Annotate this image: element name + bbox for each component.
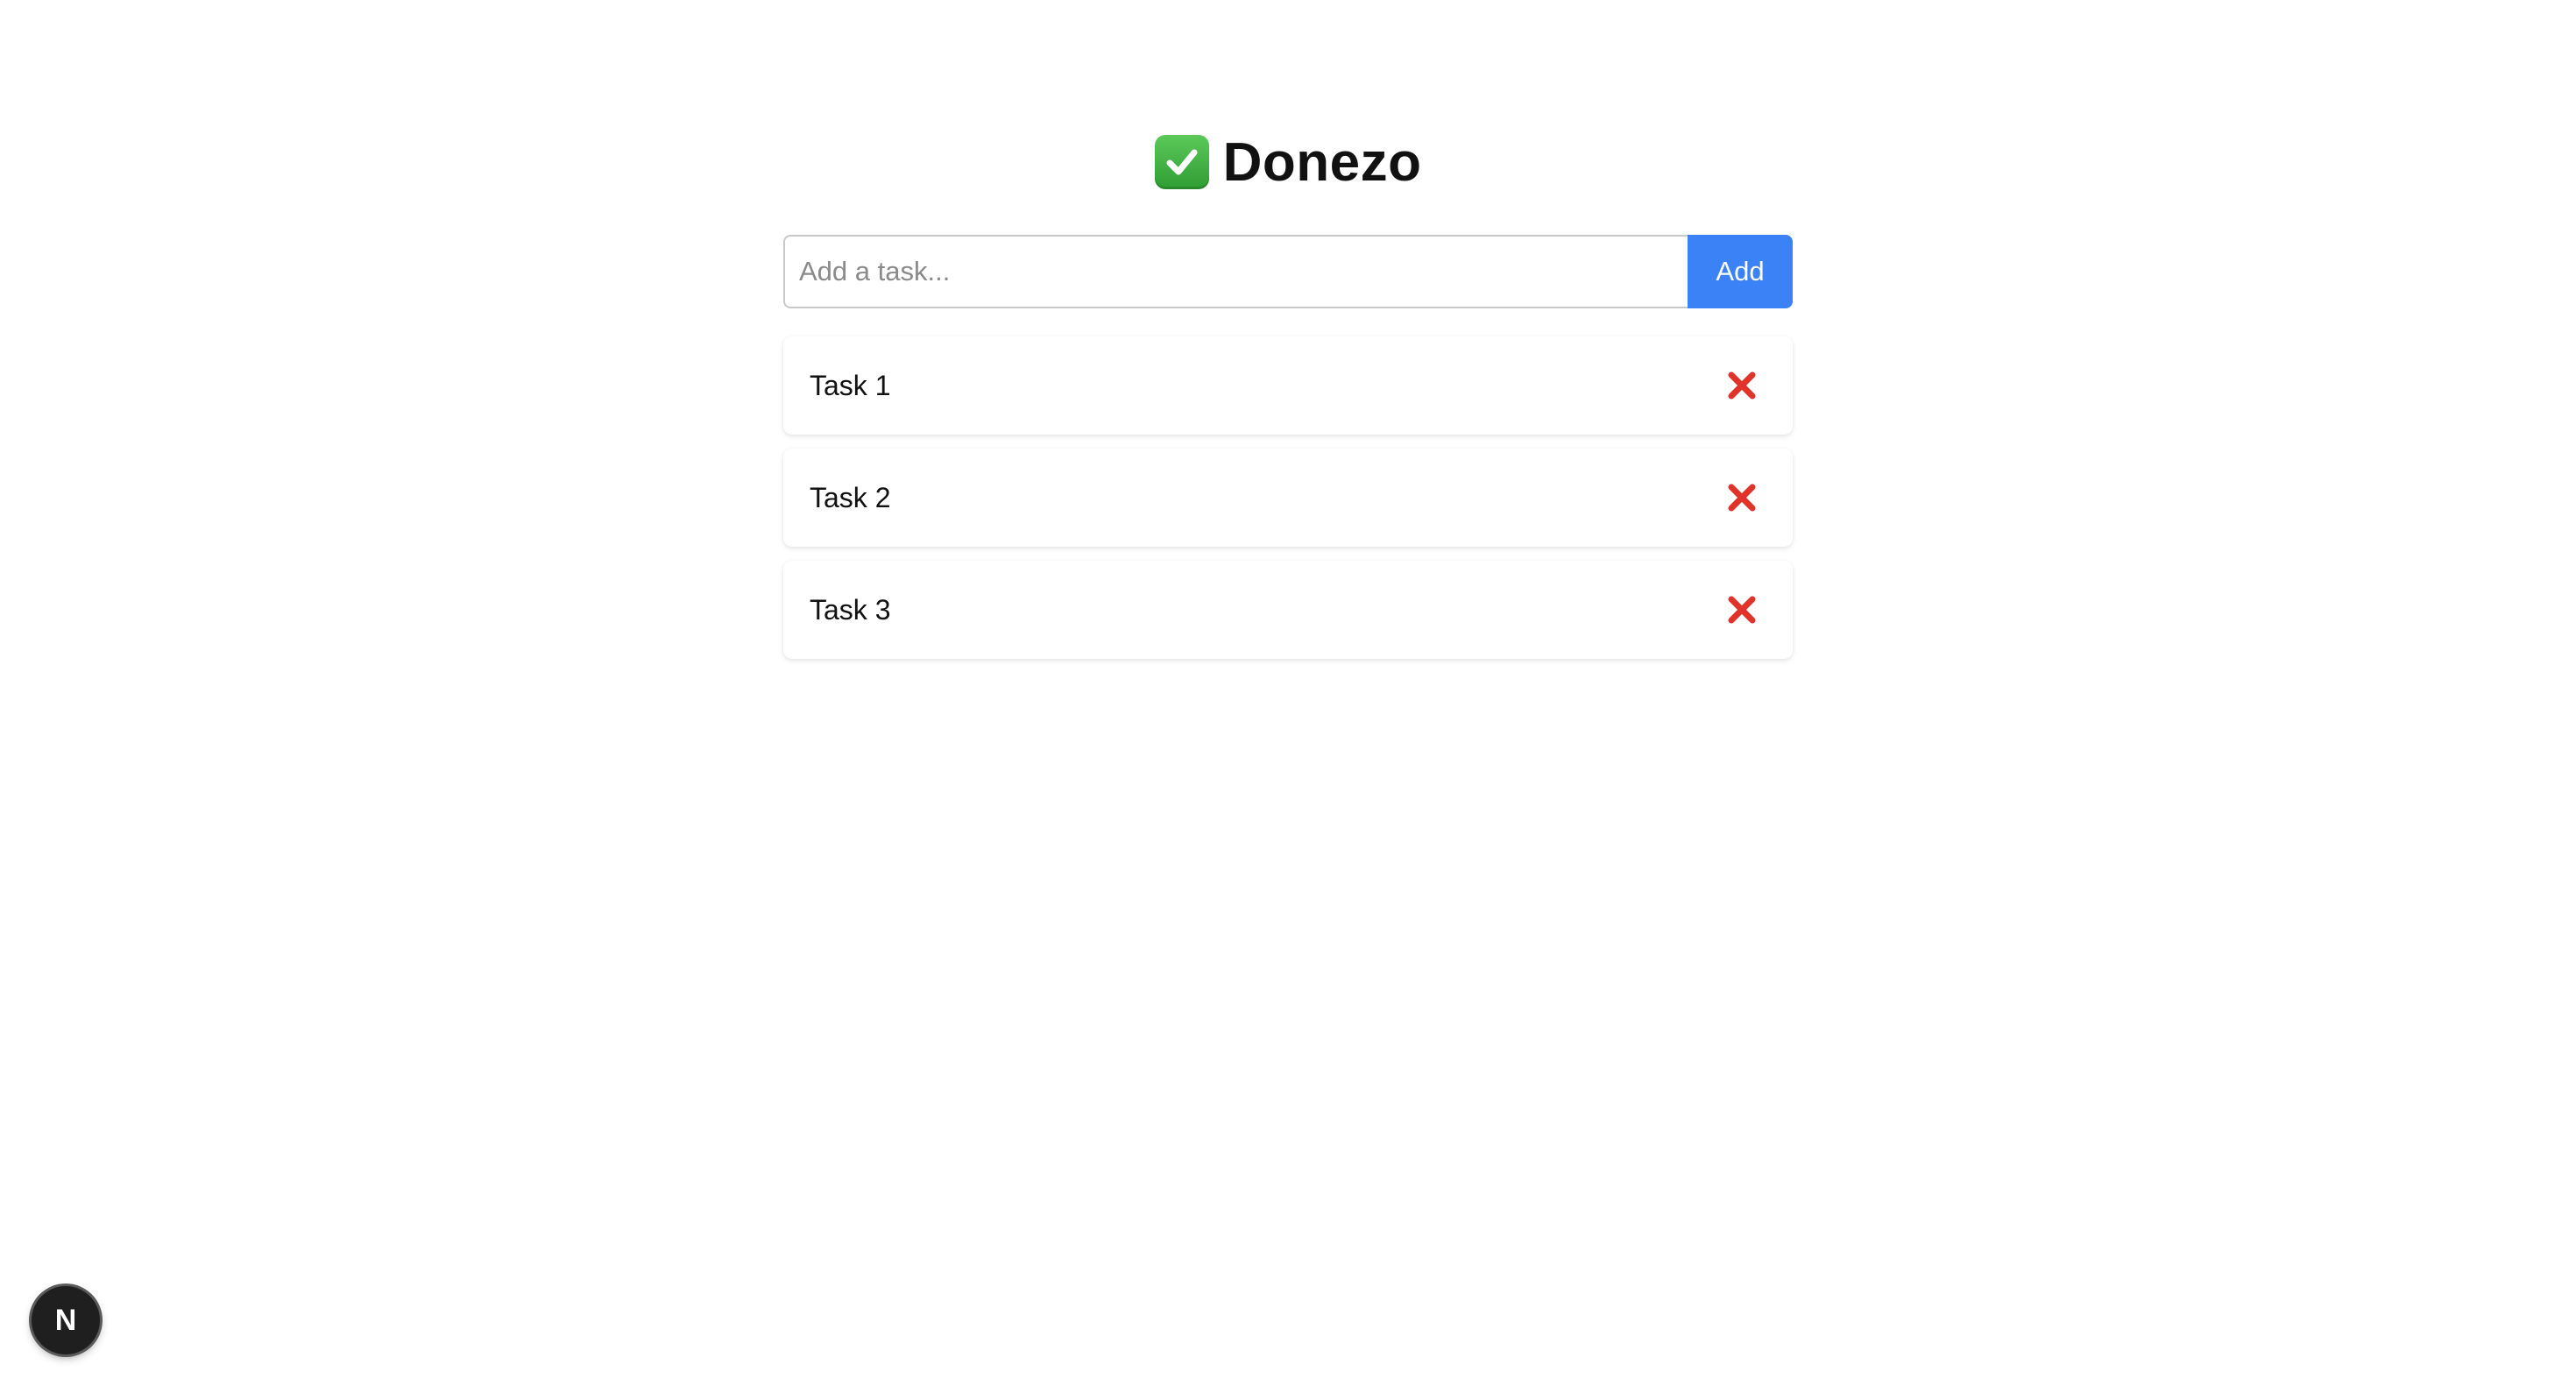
task-list: Task 1 Task 2 Task 3: [783, 336, 1793, 673]
task-label: Task 2: [810, 481, 891, 513]
task-label: Task 3: [810, 593, 891, 626]
add-task-form: Add: [783, 235, 1793, 308]
task-item: Task 2: [783, 449, 1793, 547]
task-input[interactable]: [783, 235, 1688, 308]
task-item: Task 3: [783, 561, 1793, 659]
add-button[interactable]: Add: [1688, 235, 1793, 308]
cross-mark-icon: [1728, 596, 1756, 624]
delete-task-button[interactable]: [1717, 473, 1766, 522]
title-wrap: Donezo: [1154, 131, 1422, 194]
cross-mark-icon: [1728, 371, 1756, 400]
task-item: Task 1: [783, 336, 1793, 435]
white-check-mark-icon: [1154, 135, 1209, 189]
page-title: Donezo: [1222, 131, 1422, 193]
header: Donezo: [0, 123, 2576, 202]
dev-badge-letter: N: [54, 1303, 77, 1337]
task-label: Task 1: [810, 369, 891, 401]
delete-task-button[interactable]: [1717, 361, 1766, 410]
cross-mark-icon: [1728, 484, 1756, 512]
app-root: Donezo Add Task 1 Task 2 Task 3: [0, 0, 2576, 1379]
nextjs-dev-indicator-icon[interactable]: N: [32, 1286, 100, 1354]
delete-task-button[interactable]: [1717, 585, 1766, 634]
